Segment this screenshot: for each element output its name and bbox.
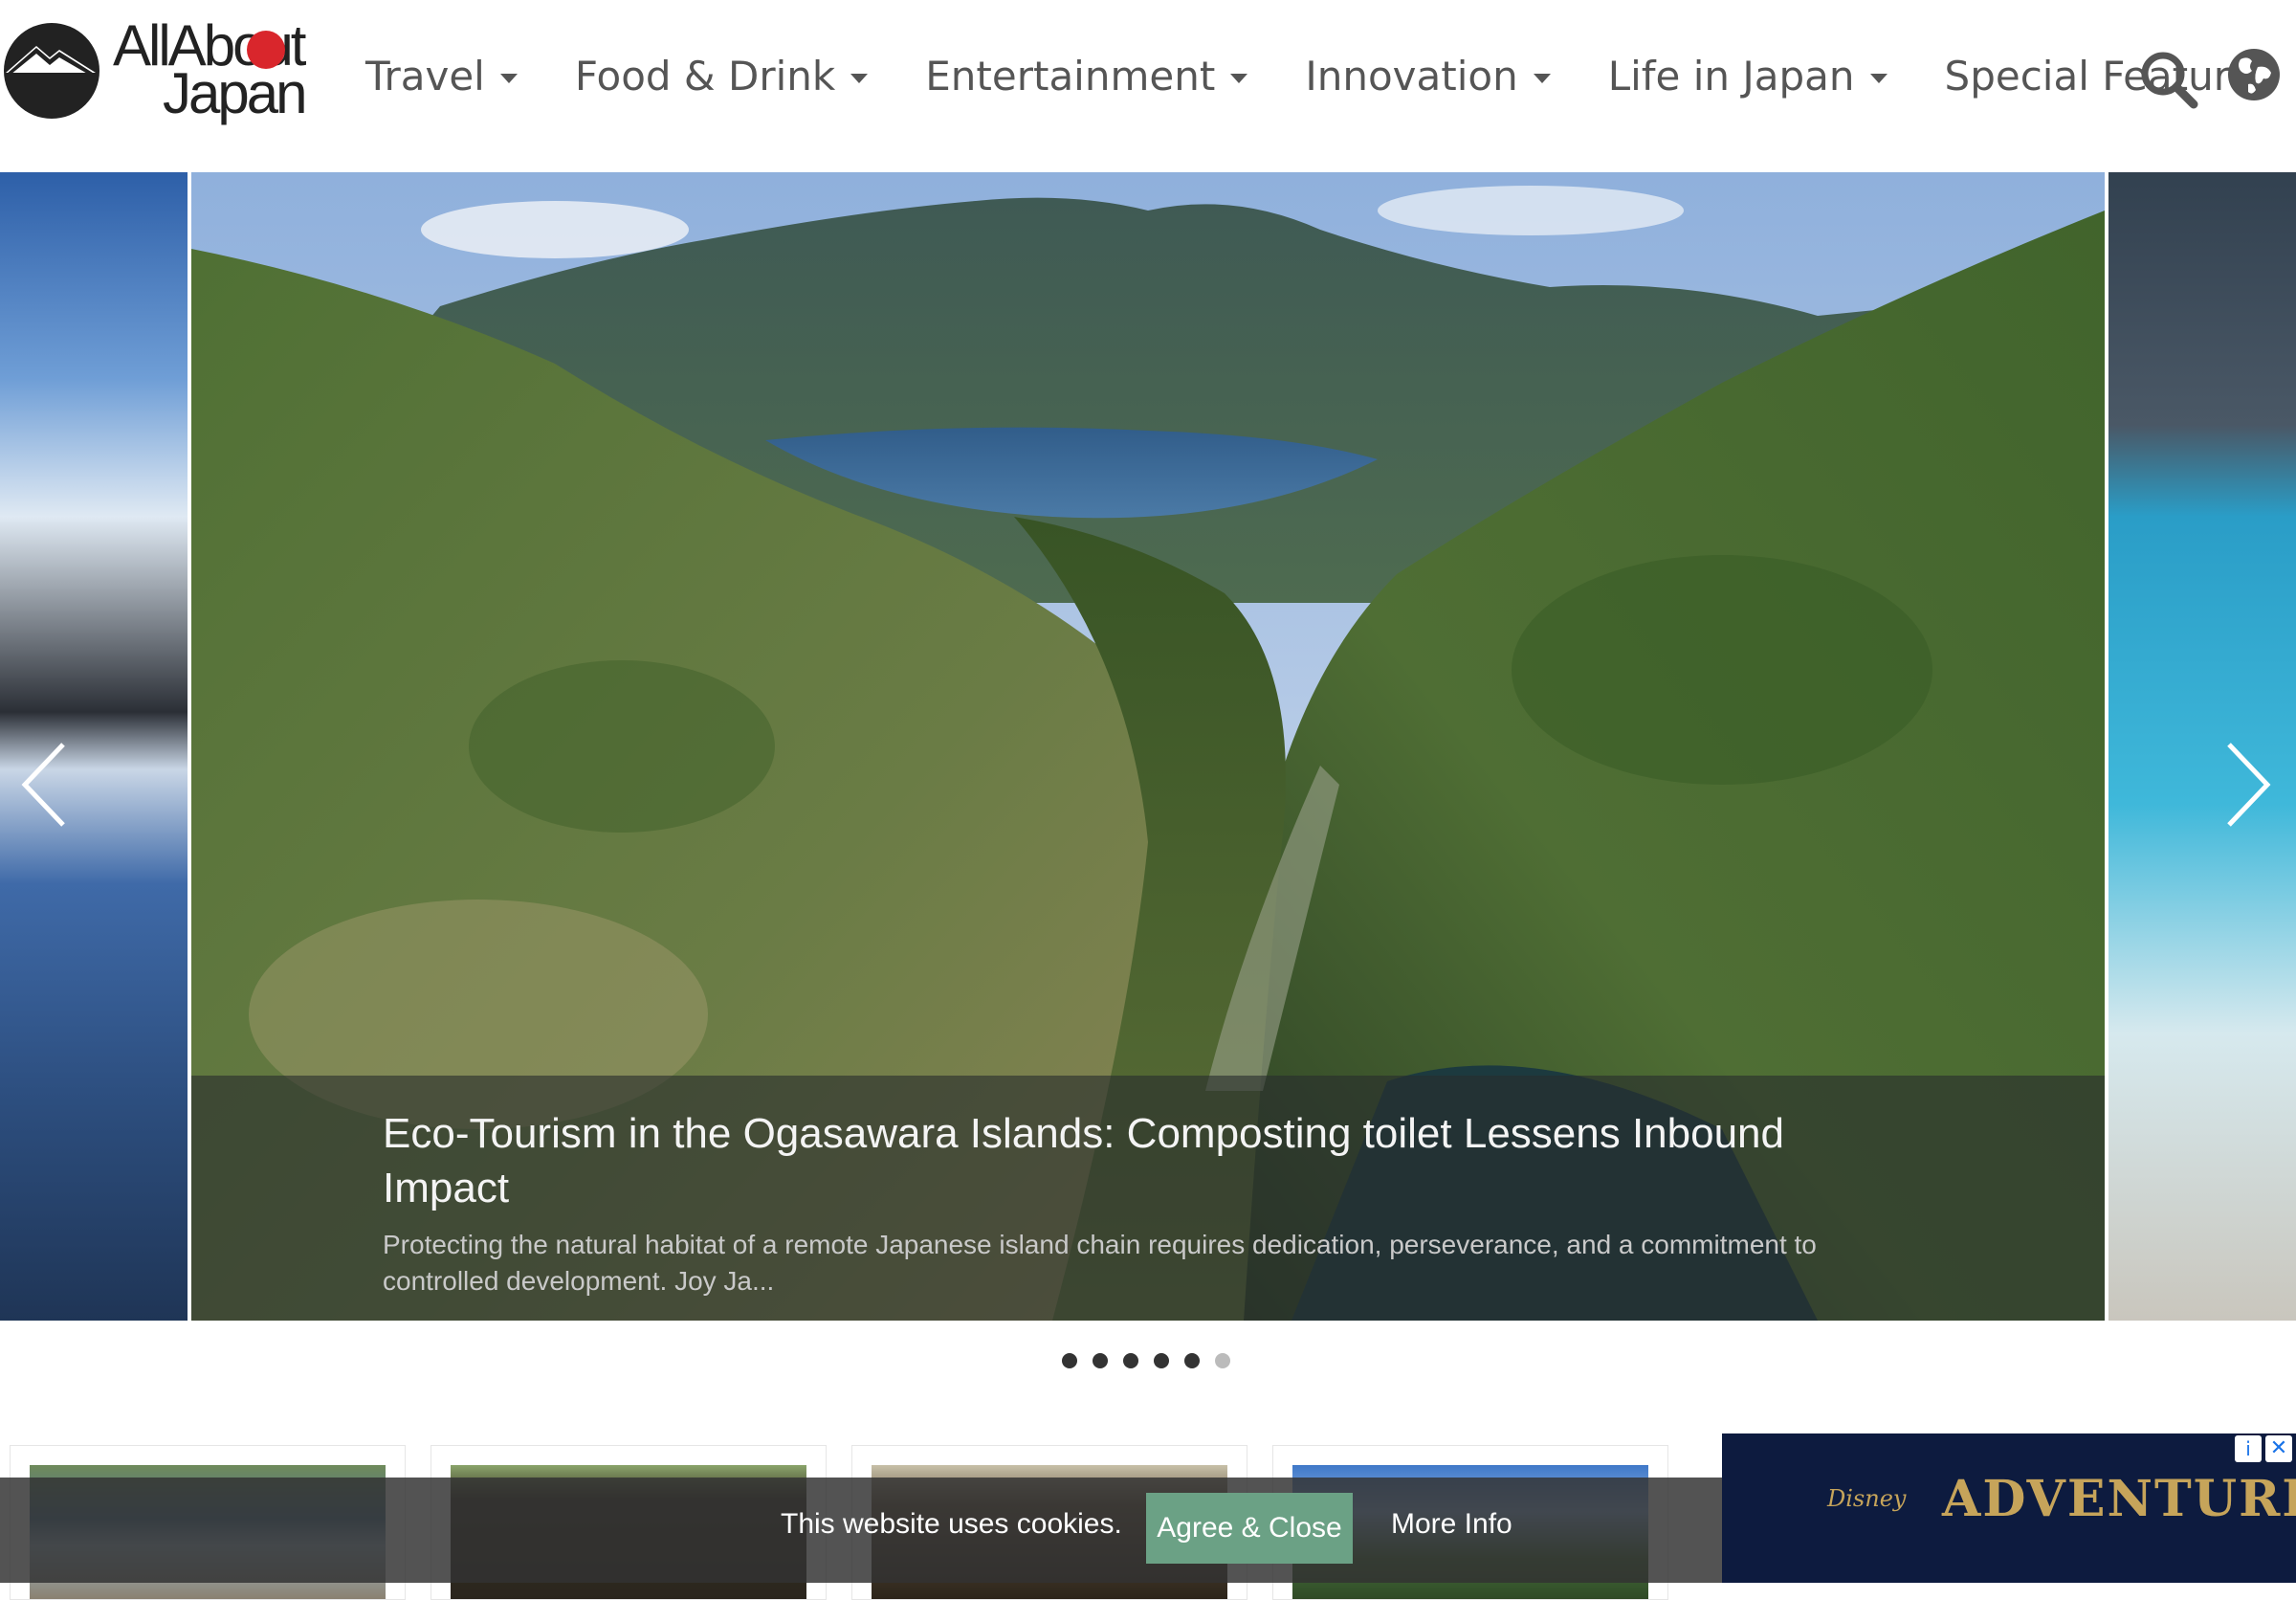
- ad-close-icon[interactable]: ✕: [2265, 1435, 2292, 1462]
- nav-item-innovation[interactable]: Innovation: [1305, 52, 1551, 100]
- nav-item-special-feature[interactable]: Special Feature: [1945, 53, 2254, 100]
- nav-item-label: Food & Drink: [574, 52, 836, 100]
- carousel-dot[interactable]: [1154, 1353, 1169, 1368]
- hero-carousel: Eco-Tourism in the Ogasawara Islands: Co…: [0, 172, 2296, 1322]
- agree-close-button[interactable]: Agree & Close: [1146, 1493, 1353, 1564]
- mountain-logo-icon: [4, 23, 99, 119]
- slide-caption[interactable]: Eco-Tourism in the Ogasawara Islands: Co…: [191, 1076, 2105, 1321]
- more-info-link[interactable]: More Info: [1391, 1508, 1512, 1541]
- caret-down-icon: [850, 74, 869, 83]
- caret-down-icon: [1533, 74, 1551, 83]
- carousel-dot[interactable]: [1123, 1353, 1138, 1368]
- nav-item-life-in-japan[interactable]: Life in Japan: [1608, 53, 1888, 100]
- caret-down-icon: [1869, 74, 1888, 83]
- carousel-dot-active[interactable]: [1215, 1353, 1230, 1368]
- nav-item-label: Special Feature: [1944, 52, 2254, 100]
- logo-text-line2: Japan: [163, 61, 307, 125]
- ad-headline: ADVENTURE: [1942, 1470, 2296, 1528]
- cookie-message: This website uses cookies.: [781, 1508, 1122, 1540]
- nav-item-travel[interactable]: Travel: [365, 53, 518, 100]
- carousel-dot[interactable]: [1184, 1353, 1200, 1368]
- nav-item-label: Innovation: [1305, 52, 1518, 100]
- main-nav: Travel Food & Drink Entertainment Innova…: [365, 42, 2296, 109]
- carousel-dot[interactable]: [1093, 1353, 1108, 1368]
- cookie-banner: This website uses cookies. Agree & Close…: [0, 1478, 1722, 1583]
- nav-item-food-drink[interactable]: Food & Drink: [574, 52, 869, 100]
- nav-item-label: Travel: [365, 52, 485, 100]
- caret-down-icon: [1230, 74, 1248, 83]
- advertisement[interactable]: i ✕ Disney ADVENTURE: [1722, 1433, 2296, 1583]
- carousel-pagination: [1062, 1353, 1246, 1368]
- chevron-left-icon[interactable]: [15, 737, 73, 833]
- ad-brand: Disney: [1827, 1485, 1907, 1512]
- slide-title[interactable]: Eco-Tourism in the Ogasawara Islands: Co…: [383, 1106, 1875, 1215]
- ad-info-icon[interactable]: i: [2235, 1435, 2262, 1462]
- nav-item-label: Entertainment: [925, 52, 1216, 100]
- caret-down-icon: [499, 74, 518, 83]
- carousel-dot[interactable]: [1062, 1353, 1077, 1368]
- globe-icon[interactable]: [2227, 48, 2281, 101]
- current-slide[interactable]: Eco-Tourism in the Ogasawara Islands: Co…: [191, 172, 2105, 1321]
- nav-item-entertainment[interactable]: Entertainment: [925, 52, 1248, 100]
- search-icon[interactable]: [2139, 50, 2198, 109]
- chevron-right-icon[interactable]: [2219, 737, 2277, 833]
- site-logo[interactable]: AllAbout Japan: [0, 17, 325, 122]
- nav-item-label: Life in Japan: [1607, 52, 1855, 100]
- site-header: AllAbout Japan Travel Food & Drink Enter…: [0, 0, 2296, 153]
- slide-description: Protecting the natural habitat of a remo…: [383, 1230, 1817, 1296]
